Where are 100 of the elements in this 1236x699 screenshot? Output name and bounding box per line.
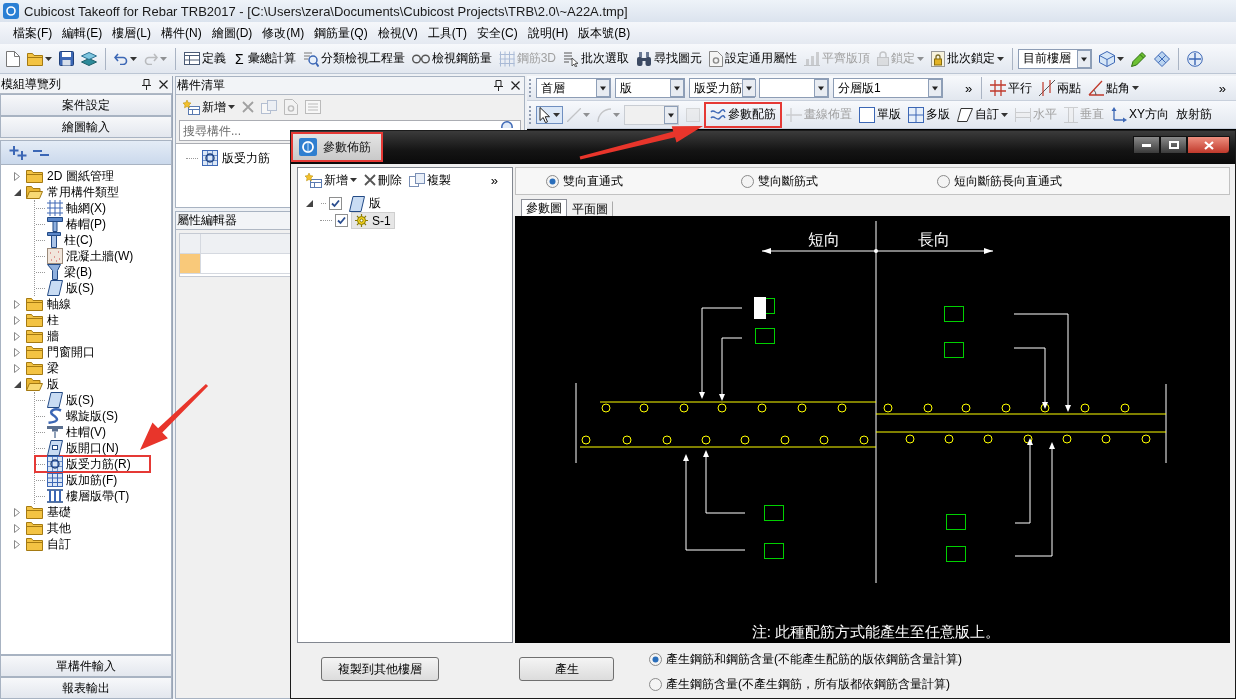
- toolbar-button[interactable]: 批次選取: [560, 47, 632, 70]
- toolbar-button[interactable]: 自訂: [954, 103, 1011, 126]
- toolbar-button[interactable]: 分類檢視工程量: [299, 47, 408, 70]
- menu-item[interactable]: 樓層(L): [107, 22, 156, 44]
- checkbox[interactable]: [335, 214, 348, 227]
- section-button[interactable]: 單構件輸入: [0, 655, 172, 677]
- menu-item[interactable]: 工具(T): [422, 22, 472, 44]
- tree-item[interactable]: 版(S): [35, 392, 99, 408]
- action-button[interactable]: 產生: [519, 657, 614, 681]
- toolbar-button[interactable]: 刪除: [361, 169, 405, 191]
- toolbar-button[interactable]: 新增: [180, 96, 238, 118]
- tree-item[interactable]: 柱: [13, 312, 64, 328]
- tree-item[interactable]: 2D 圖紙管理: [13, 168, 119, 184]
- toolbar-button[interactable]: 批次鎖定: [928, 47, 1007, 70]
- close-button[interactable]: [1187, 136, 1230, 154]
- tree-item[interactable]: 常用構件類型: [13, 184, 124, 200]
- tree-item[interactable]: 混凝土牆(W): [35, 248, 139, 264]
- menu-item[interactable]: 構件(N): [156, 22, 207, 44]
- toolbar-button[interactable]: Σ 彙總計算: [230, 47, 299, 70]
- pin-icon[interactable]: [142, 79, 151, 90]
- menu-item[interactable]: 說明(H): [522, 22, 574, 44]
- toolbar-button[interactable]: 定義: [181, 47, 229, 70]
- tree-item[interactable]: 樓層版帶(T): [35, 488, 135, 504]
- dropdown-field[interactable]: 首層: [536, 78, 611, 98]
- tree-item[interactable]: 版受力筋(R): [34, 455, 151, 473]
- minimize-button[interactable]: [1133, 136, 1160, 154]
- toolbar-button[interactable]: XY方向: [1108, 103, 1172, 126]
- toolbar-button[interactable]: 多版: [905, 103, 953, 126]
- radio-option[interactable]: 產生鋼筋含量(不產生鋼筋，所有版都依鋼筋含量計算): [649, 676, 950, 693]
- close-icon[interactable]: [511, 81, 520, 90]
- toolbar-button[interactable]: 尋找圖元: [633, 47, 705, 70]
- tree-item[interactable]: 椿帽(P): [35, 216, 111, 232]
- parameter-field[interactable]: [944, 306, 964, 322]
- toolbar-button[interactable]: 點角: [1085, 77, 1143, 99]
- menu-item[interactable]: 修改(M): [257, 22, 310, 44]
- parameter-field[interactable]: [944, 342, 964, 358]
- tree-item[interactable]: 柱(C): [35, 232, 98, 248]
- tree-item[interactable]: 其他: [13, 520, 76, 536]
- dropdown-field[interactable]: 目前樓層: [1018, 48, 1092, 69]
- triangle-icon[interactable]: [14, 380, 21, 388]
- tree-item[interactable]: 版受力筋: [198, 149, 274, 167]
- tree-item[interactable]: 軸線: [13, 296, 76, 312]
- toolbar-button[interactable]: 複製: [406, 169, 454, 191]
- dropdown-field[interactable]: 分層版1: [833, 78, 943, 98]
- action-button[interactable]: 複製到其他樓層: [321, 657, 439, 681]
- menu-item[interactable]: 鋼筋量(Q): [309, 22, 373, 44]
- tree-item[interactable]: 梁(B): [35, 264, 97, 280]
- toolbar-button[interactable]: 檢視鋼筋量: [408, 47, 495, 70]
- menu-item[interactable]: 繪圖(D): [206, 22, 258, 44]
- tree-item[interactable]: 牆: [13, 328, 64, 344]
- radio-option[interactable]: 雙向斷筋式: [741, 172, 818, 190]
- menu-item[interactable]: 檢視(V): [372, 22, 423, 44]
- triangle-icon[interactable]: [306, 200, 313, 207]
- parameter-field[interactable]: [755, 328, 775, 344]
- search-icon[interactable]: [500, 121, 514, 128]
- plus-icon[interactable]: [9, 145, 27, 160]
- menu-item[interactable]: 編輯(E): [57, 22, 108, 44]
- tree-item[interactable]: 螺旋版(S): [35, 408, 123, 424]
- parameter-field[interactable]: [946, 514, 966, 530]
- section-button[interactable]: 繪圖輸入: [0, 116, 172, 138]
- menu-item[interactable]: 安全(C): [472, 22, 523, 44]
- menu-item[interactable]: 檔案(F): [8, 22, 58, 44]
- search-input[interactable]: 搜尋構件...: [180, 122, 286, 139]
- parameter-field[interactable]: [754, 297, 775, 319]
- maximize-button[interactable]: [1160, 136, 1187, 154]
- tree-item[interactable]: 門窗開口: [13, 344, 100, 360]
- dropdown-field[interactable]: 版: [615, 78, 685, 98]
- radio-option[interactable]: 產生鋼筋和鋼筋含量(不能產生配筋的版依鋼筋含量計算): [649, 651, 962, 668]
- menu-item[interactable]: 版本號(B): [573, 22, 636, 44]
- section-button[interactable]: 報表輸出: [0, 677, 172, 699]
- parameter-field[interactable]: [764, 505, 784, 521]
- minus-icon[interactable]: [33, 148, 49, 157]
- close-icon[interactable]: [159, 80, 168, 89]
- radio-option[interactable]: 短向斷筋長向直通式: [937, 172, 1062, 190]
- tree-item[interactable]: 梁: [13, 360, 64, 376]
- tree-item[interactable]: 版: [345, 195, 385, 212]
- toolbar-button[interactable]: 放射筋: [1173, 103, 1215, 126]
- tab[interactable]: 參數圖: [521, 199, 567, 216]
- tree-item[interactable]: 版: [13, 376, 64, 392]
- radio-option[interactable]: 雙向直通式: [546, 172, 623, 190]
- tree-item[interactable]: 版開口(N): [35, 440, 124, 456]
- tree-item[interactable]: 基礎: [13, 504, 76, 520]
- toolbar-button[interactable]: 平行: [987, 77, 1036, 99]
- parameter-field[interactable]: [946, 546, 966, 562]
- toolbar-button[interactable]: [56, 49, 77, 68]
- checkbox[interactable]: [329, 197, 342, 210]
- tree-item[interactable]: 版加筋(F): [35, 472, 123, 488]
- toolbar-button[interactable]: 單版: [856, 103, 904, 126]
- tree-item[interactable]: 柱帽(V): [35, 424, 111, 440]
- tree-item[interactable]: S-1: [351, 212, 395, 229]
- more-button[interactable]: »: [486, 169, 502, 191]
- toolbar-button[interactable]: 設定通用屬性: [706, 47, 800, 70]
- toolbar-button[interactable]: 參數配筋: [704, 101, 782, 128]
- toolbar-button[interactable]: [536, 105, 563, 124]
- dropdown-field[interactable]: [759, 78, 829, 98]
- pin-icon[interactable]: [494, 80, 503, 91]
- section-button[interactable]: 案件設定: [0, 94, 172, 116]
- tree-item[interactable]: 軸網(X): [35, 200, 111, 216]
- triangle-icon[interactable]: [14, 188, 21, 196]
- parameter-field[interactable]: [764, 543, 784, 559]
